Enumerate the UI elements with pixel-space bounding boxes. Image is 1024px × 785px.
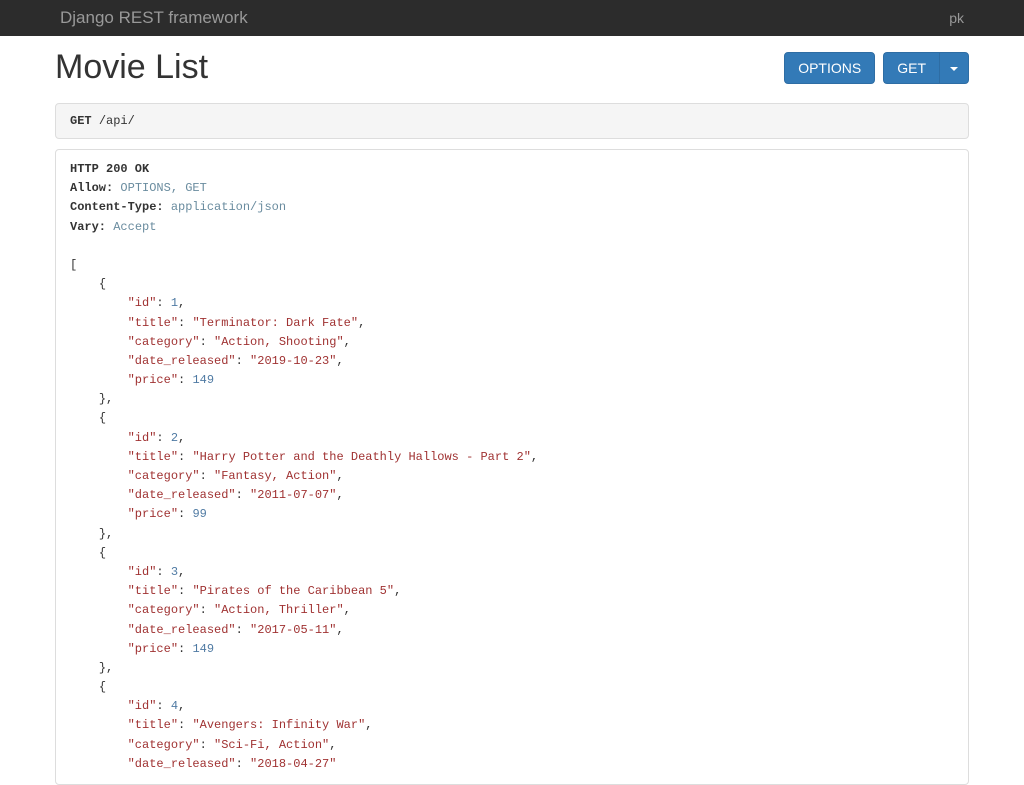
button-group: OPTIONS GET [784,52,969,84]
request-method: GET [70,114,92,128]
navbar-brand[interactable]: Django REST framework [60,8,248,28]
main-container: Movie List OPTIONS GET GET /api/ HTTP 20… [0,36,1024,785]
request-path: /api/ [99,114,135,128]
get-button-group: GET [883,52,969,84]
header-row: Movie List OPTIONS GET [55,48,969,87]
header-vary-value: Accept [113,220,156,234]
navbar-user[interactable]: pk [949,10,964,26]
header-allow-label: Allow: [70,181,113,195]
response-panel: HTTP 200 OK Allow: OPTIONS, GET Content-… [55,149,969,785]
request-bar: GET /api/ [55,103,969,139]
header-vary-label: Vary: [70,220,106,234]
options-button[interactable]: OPTIONS [784,52,875,84]
chevron-down-icon [950,67,958,71]
page-title: Movie List [55,48,208,87]
navbar: Django REST framework pk [0,0,1024,36]
get-dropdown-toggle[interactable] [939,52,969,84]
get-button[interactable]: GET [883,52,939,84]
header-content-type-value: application/json [171,200,286,214]
response-status: HTTP 200 OK [70,162,149,176]
header-content-type-label: Content-Type: [70,200,164,214]
header-allow-value: OPTIONS, GET [120,181,206,195]
response-body: [ { "id": 1, "title": "Terminator: Dark … [70,258,538,771]
